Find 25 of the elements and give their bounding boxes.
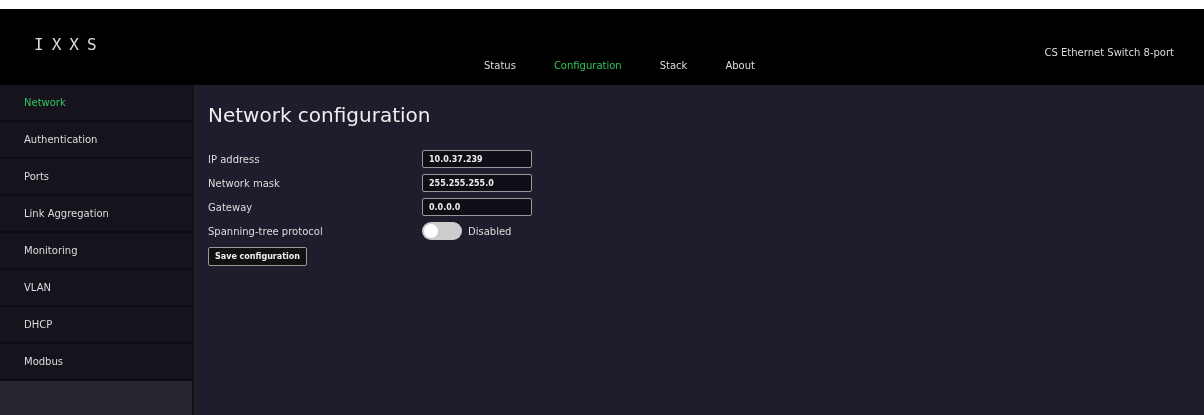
- sidebar-item[interactable]: Ports: [0, 159, 192, 196]
- input-field[interactable]: 255.255.255.0: [422, 174, 532, 192]
- logo: IXXS: [34, 35, 106, 54]
- nav-tab[interactable]: About: [725, 60, 755, 71]
- field-label: IP address: [208, 153, 261, 165]
- sidebar-item[interactable]: Authentication: [0, 122, 192, 159]
- toggle-switch[interactable]: [422, 222, 462, 240]
- input-field[interactable]: 0.0.0.0: [422, 198, 532, 216]
- page-title: Network configuration: [208, 103, 432, 127]
- nav-tab[interactable]: Configuration: [553, 60, 622, 71]
- device-name: CS Ethernet Switch 8-port: [1044, 47, 1174, 58]
- sidebar-item[interactable]: VLAN: [0, 270, 192, 307]
- nav-tab[interactable]: Stack: [659, 60, 688, 71]
- sidebar-item[interactable]: Link Aggregation: [0, 196, 192, 233]
- field-label: Gateway: [208, 201, 254, 213]
- save-button[interactable]: Save configuration: [208, 247, 307, 266]
- sidebar-item[interactable]: Modbus: [0, 344, 192, 381]
- field-label: Network mask: [208, 177, 281, 189]
- field-label: Spanning-tree protocol: [208, 225, 324, 237]
- input-field[interactable]: 10.0.37.239: [422, 150, 532, 168]
- toggle-state: Disabled: [468, 225, 512, 237]
- nav-tab[interactable]: Status: [484, 60, 516, 71]
- sidebar-item[interactable]: Network: [0, 85, 192, 122]
- sidebar-item[interactable]: DHCP: [0, 307, 192, 344]
- sidebar-item[interactable]: Monitoring: [0, 233, 192, 270]
